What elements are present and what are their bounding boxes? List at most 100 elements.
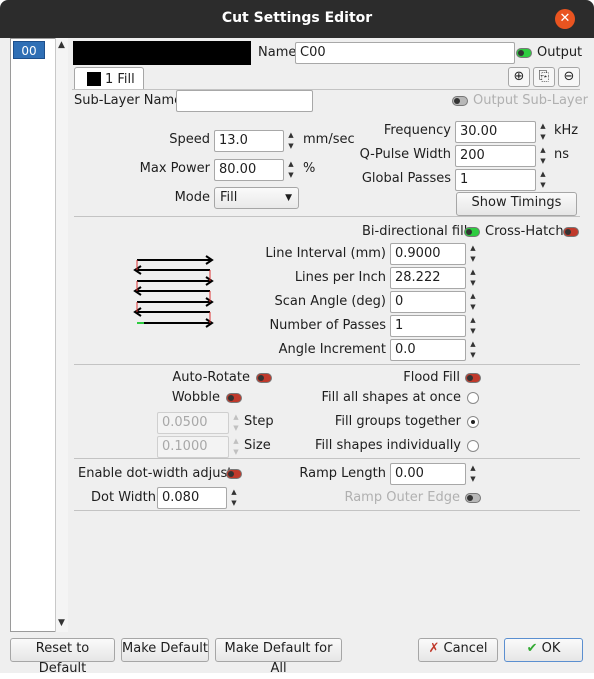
speed-label: Speed (169, 132, 210, 147)
sublayer-name-input[interactable] (176, 90, 313, 112)
max-power-input[interactable]: 80.00 (214, 159, 284, 181)
ramp-outer-edge-label: Ramp Outer Edge (344, 490, 460, 505)
frequency-spinner[interactable]: ▲ ▼ (536, 121, 550, 143)
qpulse-label: Q-Pulse Width (359, 147, 451, 162)
mode-select[interactable]: Fill ▼ (214, 187, 299, 209)
layer-list-scrollbar[interactable] (55, 38, 68, 632)
cross-hatch-toggle[interactable] (563, 227, 579, 237)
dot-width-enable-label: Enable dot-width adjust (78, 466, 233, 481)
fill-individually-radio[interactable] (467, 440, 479, 452)
reset-to-default-button[interactable]: Reset to Default (10, 638, 115, 676)
make-default-button[interactable]: Make Default (121, 638, 209, 662)
auto-rotate-toggle[interactable] (256, 373, 272, 383)
check-icon: ✔ (526, 641, 538, 656)
ramp-length-input[interactable]: 0.00 (390, 463, 466, 485)
frequency-unit: kHz (554, 123, 579, 138)
angle-increment-spinner[interactable]: ▲ ▼ (466, 339, 480, 361)
lpi-label: Lines per Inch (294, 270, 386, 285)
ramp-length-spinner[interactable]: ▲ ▼ (466, 463, 480, 485)
mode-value: Fill (220, 190, 238, 205)
max-power-label: Max Power (139, 161, 210, 176)
wobble-step-spinner[interactable]: ▲ ▼ (229, 412, 243, 434)
wobble-size-input[interactable]: 0.1000 (157, 436, 229, 458)
speed-spinner[interactable]: ▲ ▼ (284, 130, 298, 152)
fill-all-radio[interactable] (467, 392, 479, 404)
frequency-label: Frequency (383, 123, 451, 138)
passes-spinner[interactable]: ▲ ▼ (466, 315, 480, 337)
qpulse-unit: ns (554, 147, 570, 162)
scroll-down-icon[interactable]: ▼ (55, 618, 68, 628)
section-divider-4 (74, 510, 580, 511)
global-passes-spinner[interactable]: ▲ ▼ (536, 169, 550, 191)
window-title: Cut Settings Editor (221, 10, 373, 26)
fill-groups-label: Fill groups together (334, 414, 461, 429)
remove-sublayer-icon[interactable]: ⊖ (558, 67, 580, 87)
max-power-unit: % (303, 161, 316, 176)
show-timings-button[interactable]: Show Timings (456, 192, 577, 216)
close-icon[interactable]: ✕ (555, 9, 575, 29)
line-interval-input[interactable]: 0.9000 (390, 243, 466, 265)
frequency-input[interactable]: 30.00 (455, 121, 536, 143)
layer-item[interactable]: 00 (13, 41, 45, 59)
speed-input[interactable]: 13.0 (214, 130, 284, 152)
sublayer-name-label: Sub-Layer Name (74, 93, 183, 108)
layer-color-swatch[interactable] (73, 41, 251, 65)
flood-fill-toggle[interactable] (465, 373, 481, 383)
cross-hatch-label: Cross-Hatch (485, 224, 564, 239)
fill-individually-label: Fill shapes individually (314, 438, 461, 453)
scan-angle-spinner[interactable]: ▲ ▼ (466, 291, 480, 313)
dot-width-enable-toggle[interactable] (226, 469, 242, 479)
cancel-icon: ✗ (428, 641, 440, 656)
wobble-step-label: Step (244, 414, 274, 429)
fill-all-label: Fill all shapes at once (321, 390, 462, 405)
dot-width-spinner[interactable]: ▲ ▼ (227, 487, 241, 509)
flood-fill-label: Flood Fill (403, 370, 460, 385)
copy-sublayer-icon[interactable]: ⎘ (533, 67, 555, 87)
output-sublayer-label: Output Sub-Layer (473, 93, 588, 108)
line-interval-label: Line Interval (mm) (265, 246, 386, 261)
bidir-fill-toggle[interactable] (464, 227, 480, 237)
wobble-toggle[interactable] (226, 393, 242, 403)
scan-angle-label: Scan Angle (deg) (274, 294, 386, 309)
wobble-step-input[interactable]: 0.0500 (157, 412, 229, 434)
angle-increment-input[interactable]: 0.0 (390, 339, 466, 361)
qpulse-input[interactable]: 200 (455, 145, 536, 167)
wobble-size-spinner[interactable]: ▲ ▼ (229, 436, 243, 458)
cancel-button[interactable]: ✗ Cancel (418, 638, 498, 662)
output-label: Output (537, 45, 583, 60)
global-passes-label: Global Passes (361, 171, 451, 186)
make-default-all-button[interactable]: Make Default for All (215, 638, 342, 676)
chevron-down-icon: ▼ (285, 193, 292, 203)
output-toggle[interactable] (516, 48, 532, 58)
wobble-size-label: Size (244, 438, 271, 453)
mode-label: Mode (174, 190, 210, 205)
section-divider (74, 216, 580, 217)
ok-button[interactable]: ✔ OK (504, 638, 583, 662)
global-passes-input[interactable]: 1 (455, 169, 536, 191)
bidir-fill-label: Bi-directional fill (362, 224, 468, 239)
cancel-label: Cancel (443, 641, 488, 656)
qpulse-spinner[interactable]: ▲ ▼ (536, 145, 550, 167)
fill-preview-icon (133, 255, 214, 328)
name-label: Name (258, 45, 297, 60)
tab-color-swatch (87, 72, 101, 86)
auto-rotate-label: Auto-Rotate (172, 370, 250, 385)
passes-label: Number of Passes (269, 318, 386, 333)
ramp-outer-edge-toggle[interactable] (465, 493, 481, 503)
scroll-up-icon[interactable]: ▲ (55, 40, 68, 50)
output-sublayer-toggle[interactable] (452, 96, 468, 106)
scan-angle-input[interactable]: 0 (390, 291, 466, 313)
line-interval-spinner[interactable]: ▲ ▼ (466, 243, 480, 265)
fill-groups-radio[interactable] (467, 416, 479, 428)
passes-input[interactable]: 1 (390, 315, 466, 337)
lpi-spinner[interactable]: ▲ ▼ (466, 267, 480, 289)
tab-fill-label: 1 Fill (105, 72, 135, 87)
angle-increment-label: Angle Increment (278, 342, 386, 357)
section-divider-3 (74, 458, 580, 459)
ramp-length-label: Ramp Length (299, 466, 386, 481)
lpi-input[interactable]: 28.222 (390, 267, 466, 289)
name-input[interactable]: C00 (295, 42, 515, 64)
dot-width-input[interactable]: 0.080 (157, 487, 227, 509)
add-sublayer-icon[interactable]: ⊕ (508, 67, 530, 87)
max-power-spinner[interactable]: ▲ ▼ (284, 159, 298, 181)
